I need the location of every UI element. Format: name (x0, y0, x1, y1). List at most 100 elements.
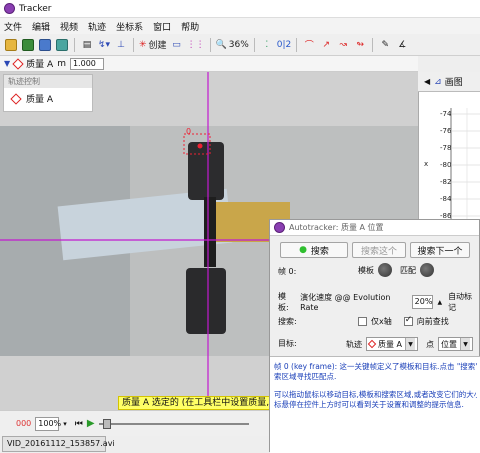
import-video-icon[interactable] (38, 37, 52, 53)
magnifier-icon: 🔍 (215, 39, 227, 50)
toolbar-divider (74, 37, 75, 52)
mass-input[interactable]: 1.000 (69, 57, 104, 70)
track-control-item[interactable]: 质量 A (4, 88, 92, 109)
point-select[interactable]: 位置 ▼ (438, 337, 474, 351)
player-controls: 000 100% ▾ ⏮ ▶ (0, 410, 270, 436)
curve-icon[interactable]: ⌒ (302, 37, 316, 53)
evolution-rate-label: 演化速度 @@ Evolution Rate (300, 293, 391, 312)
point-mass-icon (367, 339, 377, 349)
chevron-down-icon: ▼ (460, 338, 471, 350)
tracked-point-marker (197, 143, 203, 149)
track-select[interactable]: 质量 A ▼ (366, 337, 419, 351)
zoom-field[interactable]: 100% (35, 416, 61, 431)
track-list-icon[interactable]: ▭ (170, 37, 184, 53)
evolution-spinner-icon[interactable]: ▲ (437, 299, 442, 306)
plot-tick: -84 (440, 195, 452, 203)
template-label: 模板 (358, 265, 374, 275)
spring-rod (204, 197, 216, 267)
toolbar-divider (209, 37, 211, 52)
info-line: 可以拖动鼠标以移动目标,模板和搜索区域,或者改变它们的大小。将 (274, 390, 477, 399)
upper-mass-block (188, 142, 224, 200)
ruler-icon[interactable]: ✎ (378, 37, 392, 53)
autotracker-info-text: 帧 0 (key frame): 这一关键帧定义了模板和目标.点击 "搜索" 按… (270, 356, 480, 453)
velocity-icon[interactable]: ↝ (336, 37, 350, 53)
frame-label: 帧 0: (278, 267, 297, 276)
track-bar: ▼ 质量 A m 1.000 (0, 56, 418, 72)
plot-tab[interactable]: ⊿ 画图 (434, 75, 463, 89)
target-row-label: 目标: (278, 339, 297, 348)
plot-tick: -76 (440, 127, 452, 135)
slider-thumb[interactable] (102, 418, 111, 429)
timeline-slider[interactable] (98, 418, 249, 429)
track-selector[interactable]: 质量 A (12, 57, 53, 70)
search-next-button[interactable]: 搜索下一个 (410, 242, 470, 258)
step-back-icon[interactable]: ⏮ (75, 419, 83, 429)
zoom-button[interactable]: 🔍 36% (216, 37, 249, 53)
zoom-dropdown-icon[interactable]: ▾ (63, 420, 67, 428)
autotracker-title-bar: Autotracker: 质量 A 位置 (270, 220, 479, 236)
create-track-button[interactable]: ✳ 创建 (139, 37, 167, 53)
trail-icon[interactable]: ⋮⋮ (187, 37, 205, 53)
menu-help[interactable]: 帮助 (181, 20, 199, 33)
menu-track[interactable]: 轨迹 (88, 20, 106, 33)
main-toolbar: ▤ ↯▾ ⊥ ✳ 创建 ▭ ⋮⋮ 🔍 36% ⁚ 0|2 ⌒ ↗ ↝ ↬ ✎ ∡ (0, 34, 480, 56)
video-file-tab[interactable]: VID_20161112_153857.avi (2, 436, 115, 452)
evolution-rate-input[interactable]: 20% (411, 295, 434, 309)
play-icon[interactable]: ▶ (87, 418, 95, 429)
toolbar-divider (296, 37, 298, 52)
track-status-hint: 质量 A 选定的 (在工具栏中设置质量, 按 (118, 396, 270, 410)
track-dropdown-arrow-icon[interactable]: ▼ (4, 59, 10, 68)
point-label: 点 (426, 339, 435, 349)
menu-edit[interactable]: 编辑 (32, 20, 50, 33)
window-title: Tracker (19, 3, 52, 14)
plot-tick: -80 (440, 161, 452, 169)
collapse-arrow-icon[interactable]: ◀ (424, 77, 430, 86)
point-mass-icon (10, 92, 22, 105)
plot-tick: -78 (440, 144, 452, 152)
open-folder-icon[interactable] (4, 37, 18, 53)
auto-mark-label: 自动标记 (448, 292, 473, 312)
protractor-icon[interactable]: ∡ (395, 37, 409, 53)
look-ahead-checkbox[interactable] (403, 315, 413, 326)
filter-dropdown-icon[interactable]: ↯▾ (97, 37, 111, 53)
template-thumbnail (378, 263, 392, 277)
lower-mass-block (186, 268, 226, 334)
autotracker-dialog: Autotracker: 质量 A 位置 ● 搜索 搜索这个 搜索下一个 帧 0… (269, 219, 480, 453)
tracker-app-icon (274, 222, 285, 233)
menu-video[interactable]: 视频 (60, 20, 78, 33)
toolbar-divider (133, 37, 134, 52)
accel-icon[interactable]: ↬ (353, 37, 367, 53)
info-line: 标悬停在控件上方时可以看到关于设置和调整的提示信息. (274, 400, 464, 409)
search-row-label: 搜索: (278, 317, 297, 326)
plot-tab-bar: ◀ ⊿ 画图 (418, 72, 480, 92)
menu-window[interactable]: 窗口 (153, 20, 171, 33)
point-mass-icon (12, 57, 24, 70)
search-button[interactable]: ● 搜索 (280, 242, 348, 258)
info-line: 索区域寻找匹配点. (274, 372, 337, 381)
toolbar-divider (253, 37, 255, 52)
clip-settings-icon[interactable]: ▤ (80, 37, 94, 53)
asterisk-icon: ✳ (139, 39, 147, 50)
point-index-label: 0 (186, 127, 191, 136)
toolbar-divider (372, 37, 374, 52)
vector-icon[interactable]: ↗ (319, 37, 333, 53)
menu-coords[interactable]: 坐标系 (116, 20, 143, 33)
save-icon[interactable] (21, 37, 35, 53)
frame-range-button[interactable]: 0|2 (277, 37, 291, 53)
template-row-label: 模板: (278, 292, 289, 312)
track-label: 轨迹 (346, 339, 362, 349)
plot-y-axis-label: x (424, 160, 429, 168)
track-control-header: 轨迹控制 (4, 75, 92, 88)
green-dot-icon: ● (299, 245, 307, 255)
mass-label: m (57, 58, 66, 69)
points-icon[interactable]: ⁚ (260, 37, 274, 53)
export-icon[interactable] (55, 37, 69, 53)
calibration-icon[interactable]: ⊥ (114, 37, 128, 53)
menu-file[interactable]: 文件 (4, 20, 22, 33)
x-only-checkbox[interactable] (358, 317, 367, 326)
match-label: 匹配 (400, 265, 416, 275)
search-this-button[interactable]: 搜索这个 (352, 242, 406, 258)
frame-number[interactable]: 000 (16, 419, 31, 428)
slider-track (98, 422, 249, 425)
title-bar: Tracker (0, 0, 480, 18)
